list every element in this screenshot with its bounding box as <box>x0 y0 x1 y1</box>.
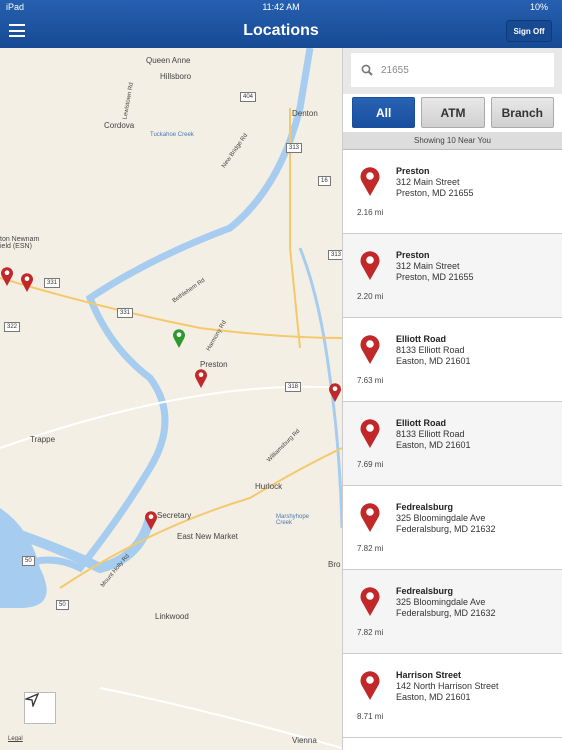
location-city: Federalsburg, MD 21632 <box>396 524 496 534</box>
location-list-item[interactable]: Fedrealsburg 325 Bloomingdale Ave Federa… <box>343 486 562 570</box>
location-name: Fedrealsburg <box>396 502 454 512</box>
route-shield: 313 <box>328 250 342 260</box>
route-shield: 322 <box>4 322 21 332</box>
location-distance: 2.20 mi <box>357 292 384 301</box>
location-pin-icon <box>360 251 380 280</box>
location-street: 142 North Harrison Street <box>396 681 499 691</box>
filter-all-button[interactable]: All <box>352 97 416 128</box>
location-list-item[interactable]: Preston 312 Main Street Preston, MD 2165… <box>343 234 562 318</box>
locate-me-button[interactable] <box>24 692 56 724</box>
location-pin-icon <box>360 335 380 364</box>
filter-atm-button[interactable]: ATM <box>421 97 485 128</box>
map-label: Tuckahoe Creek <box>150 132 194 138</box>
current-location-pin-icon <box>173 329 185 348</box>
sign-off-button[interactable]: Sign Off <box>506 20 552 42</box>
map-label: Linkwood <box>155 612 189 621</box>
legal-link[interactable]: Legal <box>8 736 23 742</box>
results-count: Showing 10 Near You <box>343 132 562 150</box>
search-icon <box>361 64 373 76</box>
location-name: Harrison Street <box>396 670 462 680</box>
clock: 11:42 AM <box>262 2 300 12</box>
location-name: Preston <box>396 166 430 176</box>
location-name: Preston <box>396 250 430 260</box>
map-pin-icon[interactable] <box>20 272 34 292</box>
location-street: 8133 Elliott Road <box>396 429 465 439</box>
location-distance: 2.16 mi <box>357 208 384 217</box>
map-label: Secretary <box>157 511 192 520</box>
location-city: Easton, MD 21601 <box>396 440 471 450</box>
location-distance: 7.82 mi <box>357 544 384 553</box>
map-label: Marshyhope Creek <box>276 514 310 526</box>
location-street: 325 Bloomingdale Ave <box>396 513 486 523</box>
map-pin-icon[interactable] <box>194 368 208 388</box>
map-label: East New Market <box>177 532 238 541</box>
location-list-item[interactable]: Harrison Street 142 North Harrison Stree… <box>343 654 562 738</box>
map-label: Bro <box>328 560 341 569</box>
location-name: Elliott Road <box>396 334 446 344</box>
location-pin-icon <box>360 671 380 700</box>
location-distance: 7.82 mi <box>357 628 384 637</box>
location-street: 312 Main Street <box>396 261 460 271</box>
location-name: Fedrealsburg <box>396 586 454 596</box>
map-label: Queen Anne <box>146 56 191 65</box>
location-pin-icon <box>360 587 380 616</box>
location-list-item[interactable]: Preston 312 Main Street Preston, MD 2165… <box>343 150 562 234</box>
location-city: Federalsburg, MD 21632 <box>396 608 496 618</box>
map-label: Vienna <box>292 736 317 745</box>
search-input[interactable]: 21655 <box>351 53 554 87</box>
location-pin-icon <box>360 167 380 196</box>
route-shield: 16 <box>318 176 331 186</box>
route-shield: 331 <box>117 308 134 318</box>
route-shield: 318 <box>285 382 302 392</box>
route-shield: 50 <box>22 556 35 566</box>
map-label: ton Newnam ield (ESN) <box>0 236 40 250</box>
location-city: Easton, MD 21601 <box>396 356 471 366</box>
battery-label: 10% <box>529 2 548 12</box>
map-pin-icon[interactable] <box>144 510 158 530</box>
map-label: Denton <box>292 109 318 118</box>
route-shield: 404 <box>240 92 257 102</box>
location-name: Elliott Road <box>396 418 446 428</box>
location-list-item[interactable]: Elliott Road 8133 Elliott Road Easton, M… <box>343 402 562 486</box>
map-view[interactable]: Queen Anne Hillsboro Cordova Denton Tuck… <box>0 48 342 750</box>
route-shield: 50 <box>56 600 69 610</box>
map-label: Trappe <box>30 435 56 444</box>
location-street: 325 Bloomingdale Ave <box>396 597 486 607</box>
route-shield: 313 <box>286 143 303 153</box>
nav-bar: iPad 11:42 AM 10% Locations Sign Off <box>0 0 562 48</box>
filter-branch-button[interactable]: Branch <box>490 97 554 128</box>
locations-panel: 21655 All ATM Branch Showing 10 Near You… <box>342 48 562 750</box>
location-distance: 7.69 mi <box>357 460 384 469</box>
location-city: Preston, MD 21655 <box>396 188 474 198</box>
map-label: Hillsboro <box>160 72 192 81</box>
location-pin-icon <box>360 419 380 448</box>
location-pin-icon <box>360 503 380 532</box>
route-shield: 331 <box>44 278 61 288</box>
location-distance: 7.63 mi <box>357 376 384 385</box>
location-street: 312 Main Street <box>396 177 460 187</box>
location-city: Preston, MD 21655 <box>396 272 474 282</box>
location-city: Easton, MD 21601 <box>396 692 471 702</box>
location-distance: 8.71 mi <box>357 712 384 721</box>
map-label: Cordova <box>104 121 135 130</box>
map-pin-icon[interactable] <box>0 266 14 286</box>
map-graphics <box>0 48 342 749</box>
location-list[interactable]: Preston 312 Main Street Preston, MD 2165… <box>343 150 562 738</box>
map-label: Hurlock <box>255 482 283 491</box>
page-title: Locations <box>243 22 319 39</box>
location-street: 8133 Elliott Road <box>396 345 465 355</box>
map-pin-icon[interactable] <box>328 382 342 402</box>
location-list-item[interactable]: Elliott Road 8133 Elliott Road Easton, M… <box>343 318 562 402</box>
location-list-item[interactable]: Fedrealsburg 325 Bloomingdale Ave Federa… <box>343 570 562 654</box>
search-value: 21655 <box>381 64 409 76</box>
location-arrow-icon <box>25 693 39 707</box>
